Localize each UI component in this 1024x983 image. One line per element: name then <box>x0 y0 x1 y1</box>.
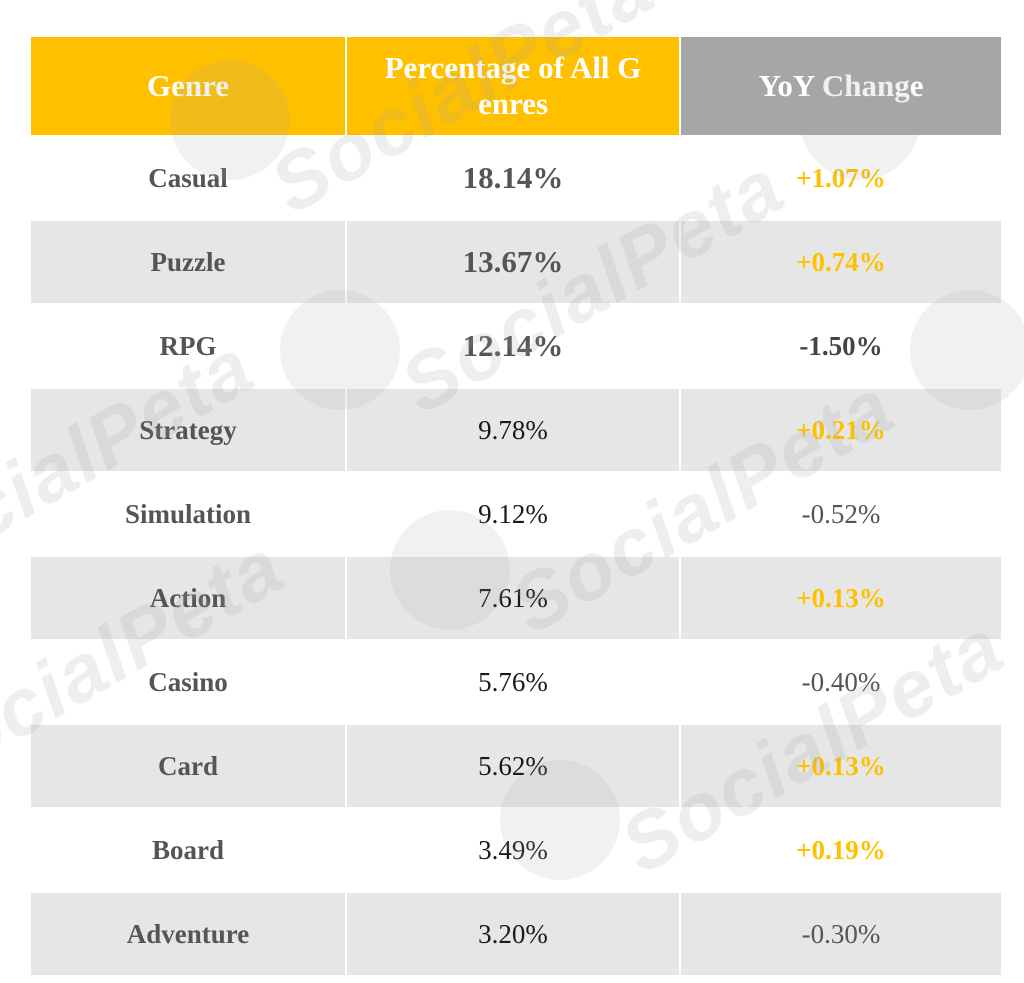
header-yoy-change: YoY Change <box>681 37 1001 135</box>
percentage-cell: 3.49% <box>347 809 679 891</box>
genre-cell: Action <box>31 557 345 639</box>
header-percentage: Percentage of All G enres <box>347 37 679 135</box>
header-genre: Genre <box>31 37 345 135</box>
yoy-change-cell: +0.19% <box>681 809 1001 891</box>
genre-cell: Simulation <box>31 473 345 555</box>
percentage-cell: 3.20% <box>347 893 679 975</box>
genre-cell: Puzzle <box>31 221 345 303</box>
table-row: RPG 12.14% -1.50% <box>31 305 1001 387</box>
table-body: Casual 18.14% +1.07% Puzzle 13.67% +0.74% RPG 1… <box>31 137 1001 975</box>
yoy-change-cell: +0.21% <box>681 389 1001 471</box>
percentage-cell: 12.14% <box>347 305 679 387</box>
table-row: Action 7.61% +0.13% <box>31 557 1001 639</box>
yoy-change-cell: +0.74% <box>681 221 1001 303</box>
table-row: Casual 18.14% +1.07% <box>31 137 1001 219</box>
genre-cell: RPG <box>31 305 345 387</box>
percentage-cell: 9.12% <box>347 473 679 555</box>
percentage-cell: 5.76% <box>347 641 679 723</box>
table-row: Adventure 3.20% -0.30% <box>31 893 1001 975</box>
yoy-change-cell: -0.52% <box>681 473 1001 555</box>
table-row: Strategy 9.78% +0.21% <box>31 389 1001 471</box>
genre-cell: Casino <box>31 641 345 723</box>
yoy-change-cell: +0.13% <box>681 557 1001 639</box>
table-row: Casino 5.76% -0.40% <box>31 641 1001 723</box>
table-row: Board 3.49% +0.19% <box>31 809 1001 891</box>
table-row: Puzzle 13.67% +0.74% <box>31 221 1001 303</box>
percentage-cell: 5.62% <box>347 725 679 807</box>
yoy-change-cell: -0.40% <box>681 641 1001 723</box>
percentage-cell: 7.61% <box>347 557 679 639</box>
table-row: Card 5.62% +0.13% <box>31 725 1001 807</box>
percentage-cell: 9.78% <box>347 389 679 471</box>
yoy-change-cell: -1.50% <box>681 305 1001 387</box>
yoy-change-cell: +0.13% <box>681 725 1001 807</box>
genre-cell: Board <box>31 809 345 891</box>
table-header-row: Genre Percentage of All G enres YoY Chan… <box>31 37 1001 135</box>
genre-share-table: Genre Percentage of All G enres YoY Chan… <box>29 35 1003 977</box>
yoy-change-cell: +1.07% <box>681 137 1001 219</box>
percentage-cell: 18.14% <box>347 137 679 219</box>
genre-cell: Casual <box>31 137 345 219</box>
genre-cell: Adventure <box>31 893 345 975</box>
genre-cell: Card <box>31 725 345 807</box>
yoy-change-cell: -0.30% <box>681 893 1001 975</box>
genre-cell: Strategy <box>31 389 345 471</box>
percentage-cell: 13.67% <box>347 221 679 303</box>
table-row: Simulation 9.12% -0.52% <box>31 473 1001 555</box>
